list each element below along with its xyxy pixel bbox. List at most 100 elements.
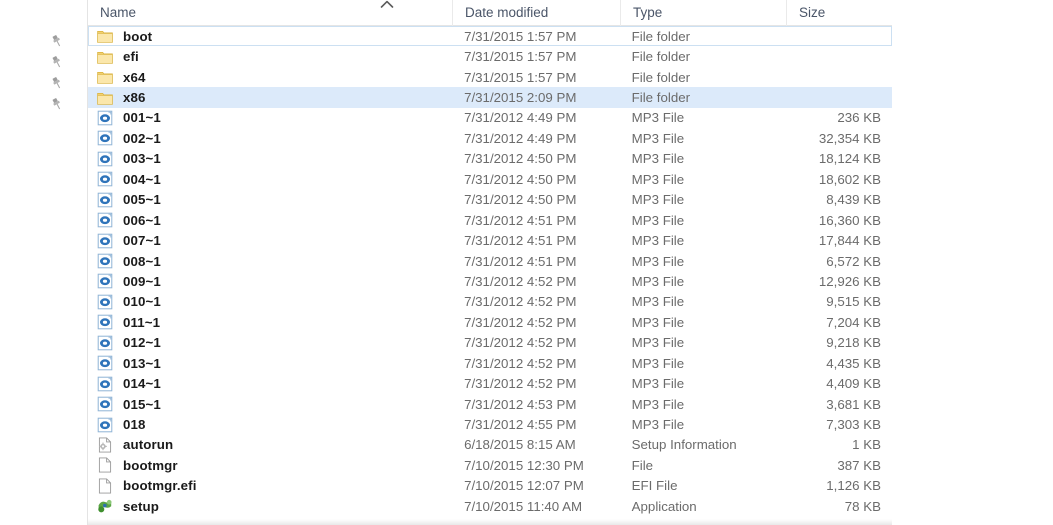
table-row[interactable]: autorun 6/18/2015 8:15 AM Setup Informatio… [88, 435, 892, 455]
file-date-cell: 7/31/2015 1:57 PM [452, 49, 620, 64]
file-type-cell: File folder [620, 90, 786, 105]
file-name-cell[interactable]: 013~1 [89, 355, 452, 371]
pin-icon-1[interactable] [0, 30, 88, 51]
file-date-cell: 7/31/2012 4:52 PM [452, 274, 620, 289]
file-name-cell[interactable]: bootmgr.efi [89, 478, 452, 494]
pin-icon[interactable] [50, 76, 64, 90]
table-row[interactable]: 005~1 7/31/2012 4:50 PM MP3 File 8,439 KB [88, 190, 892, 210]
file-size-label: 12,926 KB [818, 273, 881, 289]
pin-icon-3[interactable] [0, 72, 88, 93]
table-row[interactable]: 002~1 7/31/2012 4:49 PM MP3 File 32,354 KB [88, 128, 892, 148]
file-type-cell: File folder [620, 70, 786, 85]
table-row[interactable]: x64 7/31/2015 1:57 PM File folder [88, 67, 892, 87]
file-type-label: MP3 File [631, 151, 685, 167]
file-name-cell[interactable]: boot [89, 28, 452, 44]
file-date-cell: 7/31/2012 4:49 PM [452, 131, 620, 146]
file-date-label: 6/18/2015 8:15 AM [464, 437, 576, 453]
table-row[interactable]: bootmgr.efi 7/10/2015 12:07 PM EFI File 1,1… [88, 476, 892, 496]
table-row[interactable]: boot 7/31/2015 1:57 PM File folder [88, 26, 892, 47]
file-date-cell: 7/31/2012 4:49 PM [452, 110, 620, 125]
file-date-label: 7/31/2012 4:49 PM [464, 130, 577, 146]
file-name-cell[interactable]: 004~1 [89, 171, 452, 187]
table-row[interactable]: 004~1 7/31/2012 4:50 PM MP3 File 18,602 KB [88, 169, 892, 189]
table-row[interactable]: 018 7/31/2012 4:55 PM MP3 File 7,303 KB [88, 414, 892, 434]
file-name-cell[interactable]: x64 [89, 69, 452, 85]
file-size-cell: 18,602 KB [785, 172, 891, 187]
table-row[interactable]: 013~1 7/31/2012 4:52 PM MP3 File 4,435 KB [88, 353, 892, 373]
file-type-cell: EFI File [620, 478, 786, 493]
file-name-cell[interactable]: setup [89, 498, 452, 514]
file-type-cell: MP3 File [620, 376, 786, 391]
file-name-cell[interactable]: 008~1 [89, 253, 452, 269]
file-date-label: 7/31/2012 4:52 PM [464, 355, 577, 371]
file-list-pane[interactable]: Name Date modified Type Size boot 7/31/20… [88, 0, 1053, 525]
table-row[interactable]: bootmgr 7/10/2015 12:30 PM File 387 KB [88, 455, 892, 475]
table-row[interactable]: 015~1 7/31/2012 4:53 PM MP3 File 3,681 KB [88, 394, 892, 414]
file-name-cell[interactable]: efi [89, 49, 452, 65]
file-date-cell: 7/31/2012 4:51 PM [452, 254, 620, 269]
file-name-cell[interactable]: 001~1 [89, 110, 452, 126]
file-name-cell[interactable]: 015~1 [89, 396, 452, 412]
file-name-cell[interactable]: 006~1 [89, 212, 452, 228]
file-size-cell: 4,409 KB [785, 376, 891, 391]
table-row[interactable]: 011~1 7/31/2012 4:52 PM MP3 File 7,204 KB [88, 312, 892, 332]
file-name-cell[interactable]: 018 [89, 417, 452, 433]
file-name-cell[interactable]: 011~1 [89, 314, 452, 330]
file-name-cell[interactable]: 007~1 [89, 233, 452, 249]
column-header-size[interactable]: Size [786, 0, 892, 26]
table-row[interactable]: 009~1 7/31/2012 4:52 PM MP3 File 12,926 KB [88, 271, 892, 291]
table-row[interactable]: x86 7/31/2015 2:09 PM File folder [88, 87, 892, 108]
pin-icon[interactable] [50, 34, 64, 48]
column-header-date-modified[interactable]: Date modified [452, 0, 620, 26]
file-type-label: MP3 File [631, 314, 685, 330]
file-name-cell[interactable]: x86 [89, 90, 452, 106]
table-row[interactable]: efi 7/31/2015 1:57 PM File folder [88, 46, 892, 66]
file-name-cell[interactable]: 003~1 [89, 151, 452, 167]
file-name-label: setup [123, 498, 159, 514]
table-row[interactable]: 003~1 7/31/2012 4:50 PM MP3 File 18,124 KB [88, 149, 892, 169]
file-name-cell[interactable]: 012~1 [89, 335, 452, 351]
table-row[interactable]: setup 7/10/2015 11:40 AM Application 78 KB [88, 496, 892, 516]
mp3-icon [97, 233, 113, 248]
file-type-cell: MP3 File [620, 110, 786, 125]
file-size-cell: 236 KB [785, 110, 891, 125]
file-type-label: MP3 File [631, 212, 685, 228]
file-date-label: 7/31/2012 4:49 PM [464, 110, 577, 126]
file-date-cell: 7/31/2012 4:52 PM [452, 294, 620, 309]
pin-icon[interactable] [50, 55, 64, 69]
file-date-label: 7/31/2012 4:53 PM [464, 396, 577, 412]
mp3-icon [97, 192, 113, 208]
table-row[interactable]: 006~1 7/31/2012 4:51 PM MP3 File 16,360 KB [88, 210, 892, 230]
pin-icon-2[interactable] [0, 51, 88, 72]
table-row[interactable]: 007~1 7/31/2012 4:51 PM MP3 File 17,844 KB [88, 230, 892, 250]
table-row[interactable]: 008~1 7/31/2012 4:51 PM MP3 File 6,572 KB [88, 251, 892, 271]
column-header-type[interactable]: Type [620, 0, 786, 26]
table-row[interactable]: 014~1 7/31/2012 4:52 PM MP3 File 4,409 KB [88, 373, 892, 393]
navigation-pane [0, 0, 88, 525]
file-name-cell[interactable]: 010~1 [89, 294, 452, 310]
list-bottom-edge [88, 519, 892, 525]
file-type-cell: MP3 File [620, 151, 786, 166]
file-name-cell[interactable]: 009~1 [89, 273, 452, 289]
pin-icon[interactable] [50, 97, 64, 111]
file-size-cell: 3,681 KB [785, 397, 891, 412]
table-row[interactable]: 010~1 7/31/2012 4:52 PM MP3 File 9,515 KB [88, 292, 892, 312]
file-date-label: 7/31/2012 4:52 PM [464, 294, 577, 310]
file-name-cell[interactable]: 005~1 [89, 192, 452, 208]
file-list[interactable]: boot 7/31/2015 1:57 PM File folder efi 7/31/… [88, 26, 892, 517]
table-row[interactable]: 001~1 7/31/2012 4:49 PM MP3 File 236 KB [88, 108, 892, 128]
file-size-cell: 18,124 KB [785, 151, 891, 166]
file-size-label: 9,515 KB [826, 294, 881, 310]
file-name-cell[interactable]: bootmgr [89, 457, 452, 473]
table-row[interactable]: 012~1 7/31/2012 4:52 PM MP3 File 9,218 KB [88, 333, 892, 353]
file-date-label: 7/31/2015 1:57 PM [464, 28, 577, 44]
file-name-cell[interactable]: 002~1 [89, 130, 452, 146]
file-name-label: x86 [123, 90, 146, 106]
pin-icon-4[interactable] [0, 93, 88, 114]
file-name-cell[interactable]: 014~1 [89, 376, 452, 392]
file-name-cell[interactable]: autorun [89, 437, 452, 453]
file-name-label: 010~1 [123, 294, 161, 310]
column-header-name[interactable]: Name [88, 0, 452, 26]
file-date-label: 7/31/2012 4:52 PM [464, 314, 577, 330]
folder-icon [97, 51, 113, 64]
